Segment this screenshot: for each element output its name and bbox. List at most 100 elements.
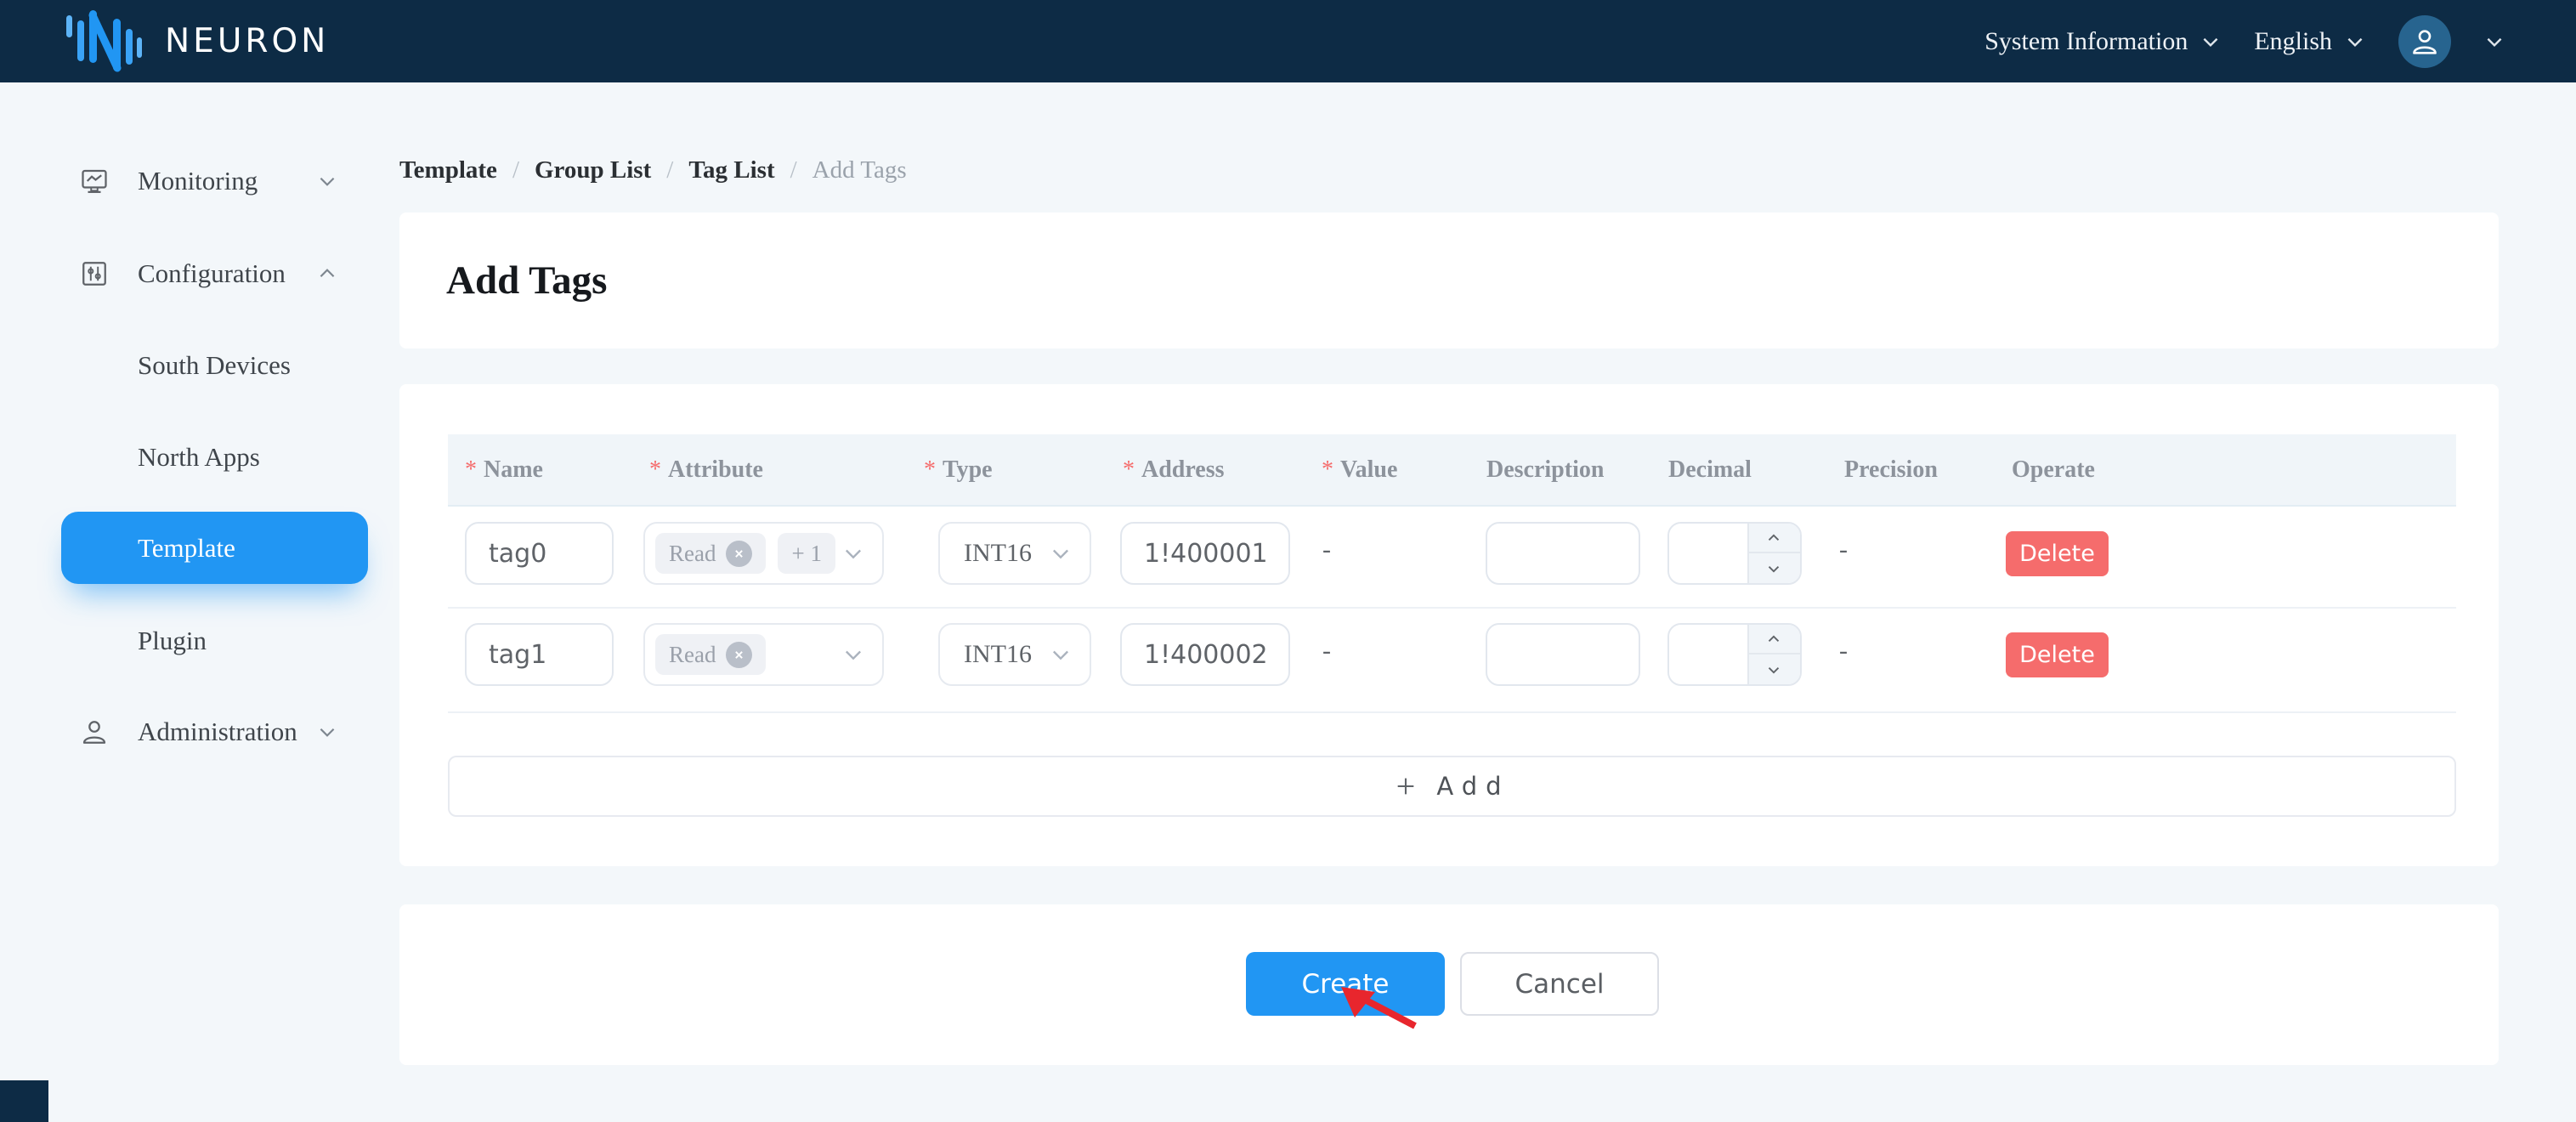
plus-icon	[1394, 774, 1418, 798]
chevron-down-icon	[841, 541, 865, 565]
chevron-down-icon	[2200, 31, 2222, 53]
sidebar-item-label: North Apps	[138, 442, 260, 473]
col-header-precision: Precision	[1844, 456, 1938, 484]
stepper-down-button[interactable]	[1747, 553, 1800, 583]
neuron-logo-icon	[65, 7, 143, 76]
col-header-type: *Type	[924, 456, 993, 484]
sliders-icon	[79, 258, 110, 289]
attribute-chips: Read + 1	[645, 533, 835, 574]
chip-close-icon[interactable]	[726, 541, 752, 567]
sidebar-item-label: Monitoring	[138, 166, 258, 196]
brand: NEURON	[65, 7, 329, 76]
sidebar-item-north-apps[interactable]: North Apps	[0, 430, 399, 484]
delete-button[interactable]: Delete	[2006, 531, 2109, 576]
system-information-label: System Information	[1984, 27, 2188, 56]
attribute-collapsed-chip: + 1	[778, 533, 835, 574]
chevron-down-icon	[2344, 31, 2366, 53]
chevron-up-icon	[316, 263, 338, 285]
precision-readout: -	[1839, 536, 1848, 564]
actions-card: Create Cancel	[399, 904, 2499, 1065]
stepper-buttons	[1747, 625, 1800, 684]
tags-table-card: *Name *Attribute *Type *Address *Value D…	[399, 384, 2499, 866]
language-label: English	[2254, 27, 2332, 56]
row-divider	[448, 607, 2456, 609]
cursor-arrow-annotation	[1326, 973, 1436, 1050]
type-select-value: INT16	[940, 640, 1032, 669]
sidebar-item-label: Template	[138, 533, 235, 564]
stepper-down-button[interactable]	[1747, 654, 1800, 684]
breadcrumb-group-list[interactable]: Group List	[535, 156, 651, 184]
attribute-chip: Read	[655, 634, 766, 675]
collapsed-count-label: + 1	[791, 541, 821, 567]
decimal-input[interactable]	[1669, 524, 1749, 583]
col-header-operate: Operate	[2012, 456, 2095, 484]
sidebar-item-label: Configuration	[138, 258, 286, 289]
stepper-up-button[interactable]	[1747, 524, 1800, 553]
address-input[interactable]	[1120, 623, 1290, 686]
address-input[interactable]	[1120, 522, 1290, 585]
decimal-stepper	[1667, 522, 1802, 585]
breadcrumb-separator: /	[666, 156, 673, 184]
type-select[interactable]: INT16	[938, 522, 1091, 585]
attribute-chips: Read	[645, 634, 766, 675]
attribute-chip: Read	[655, 533, 766, 574]
sidebar-item-south-devices[interactable]: South Devices	[0, 338, 399, 393]
sidebar-item-monitoring[interactable]: Monitoring	[0, 154, 399, 208]
description-input[interactable]	[1486, 522, 1640, 585]
language-menu[interactable]: English	[2254, 27, 2366, 56]
avatar[interactable]	[2398, 15, 2451, 68]
topbar-right: System Information English	[1984, 0, 2505, 82]
attribute-chip-label: Read	[669, 541, 716, 567]
system-information-menu[interactable]: System Information	[1984, 27, 2222, 56]
breadcrumb: Template / Group List / Tag List / Add T…	[399, 156, 907, 184]
breadcrumb-separator: /	[512, 156, 519, 184]
row-divider	[448, 711, 2456, 713]
attribute-select[interactable]: Read + 1	[643, 522, 884, 585]
chevron-down-icon	[841, 643, 865, 666]
delete-button[interactable]: Delete	[2006, 632, 2109, 677]
sidebar-item-label: Administration	[138, 717, 297, 747]
chevron-down-icon	[1049, 643, 1073, 666]
table-header-row: *Name *Attribute *Type *Address *Value D…	[448, 434, 2456, 507]
sidebar-item-configuration[interactable]: Configuration	[0, 246, 399, 301]
breadcrumb-current: Add Tags	[812, 156, 907, 184]
user-icon	[79, 717, 110, 747]
decimal-input[interactable]	[1669, 625, 1749, 684]
attribute-chip-label: Read	[669, 642, 716, 668]
chevron-down-icon	[316, 721, 338, 743]
sidebar-item-label: South Devices	[138, 350, 291, 381]
precision-readout: -	[1839, 637, 1848, 666]
sidebar-item-label: Plugin	[138, 626, 207, 656]
breadcrumb-template[interactable]: Template	[399, 156, 497, 184]
type-select-value: INT16	[940, 539, 1032, 568]
value-readout: -	[1322, 536, 1331, 564]
stepper-buttons	[1747, 524, 1800, 583]
sidebar-item-template[interactable]: Template	[61, 512, 368, 584]
breadcrumb-separator: /	[790, 156, 797, 184]
col-header-attribute: *Attribute	[649, 456, 763, 484]
user-icon	[2408, 25, 2442, 59]
col-header-address: *Address	[1123, 456, 1225, 484]
sidebar-item-administration[interactable]: Administration	[0, 705, 399, 759]
breadcrumb-tag-list[interactable]: Tag List	[688, 156, 774, 184]
col-header-value: *Value	[1322, 456, 1397, 484]
brand-title: NEURON	[165, 22, 329, 60]
add-row-label: Add	[1436, 772, 1509, 801]
sidebar-item-plugin[interactable]: Plugin	[0, 614, 399, 668]
chevron-down-icon	[1049, 541, 1073, 565]
col-header-description: Description	[1486, 456, 1604, 484]
name-input[interactable]	[465, 522, 614, 585]
col-header-name: *Name	[465, 456, 543, 484]
page-title: Add Tags	[446, 258, 607, 303]
add-row-button[interactable]: Add	[448, 756, 2456, 817]
col-header-decimal: Decimal	[1668, 456, 1752, 484]
name-input[interactable]	[465, 623, 614, 686]
type-select[interactable]: INT16	[938, 623, 1091, 686]
account-chevron-down-icon[interactable]	[2483, 31, 2505, 53]
cancel-button[interactable]: Cancel	[1460, 952, 1659, 1016]
app-root: NEURON System Information English	[0, 0, 2576, 1122]
stepper-up-button[interactable]	[1747, 625, 1800, 654]
attribute-select[interactable]: Read	[643, 623, 884, 686]
description-input[interactable]	[1486, 623, 1640, 686]
chip-close-icon[interactable]	[726, 642, 752, 668]
